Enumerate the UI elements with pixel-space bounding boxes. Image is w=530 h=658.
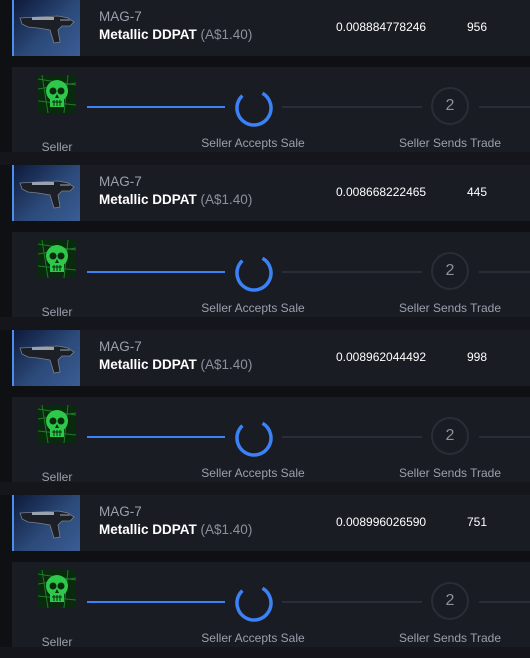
float-value: 0.008962044492 xyxy=(336,350,427,364)
trade-progress: 2 Seller Seller Accepts Sale Seller Send… xyxy=(12,562,530,649)
float-value: 0.008884778246 xyxy=(336,20,427,34)
mag7-shotgun-icon xyxy=(12,330,80,386)
green-skull-avatar[interactable] xyxy=(38,570,76,608)
step-label-accepts: Seller Accepts Sale xyxy=(201,301,305,315)
weapon-name: MAG-7 xyxy=(99,9,142,24)
item-row[interactable]: MAG-7 Metallic DDPAT (A$1.40) 0.00896204… xyxy=(12,330,530,386)
step-label-seller: Seller xyxy=(41,635,73,649)
green-skull-avatar[interactable] xyxy=(38,240,76,278)
skin-name: Metallic DDPAT xyxy=(99,27,197,42)
progress-line-pending xyxy=(282,601,422,603)
loading-spinner-icon xyxy=(235,419,273,457)
trade-card: MAG-7 Metallic DDPAT (A$1.40) 0.00899602… xyxy=(0,495,530,649)
skin-price: (A$1.40) xyxy=(200,357,253,372)
item-row[interactable]: MAG-7 Metallic DDPAT (A$1.40) 0.00888477… xyxy=(12,0,530,56)
mag7-shotgun-icon xyxy=(12,165,80,221)
progress-line-complete xyxy=(87,271,225,273)
weapon-name: MAG-7 xyxy=(99,174,142,189)
step-label-seller: Seller xyxy=(41,470,73,484)
trade-progress: 2 Seller Seller Accepts Sale Seller Send… xyxy=(12,232,530,319)
mag7-shotgun-icon xyxy=(12,495,80,551)
progress-line-pending xyxy=(282,436,422,438)
progress-line-complete xyxy=(87,436,225,438)
progress-line-pending xyxy=(282,106,422,108)
float-value: 0.008996026590 xyxy=(336,515,427,529)
weapon-name: MAG-7 xyxy=(99,339,142,354)
step-2-circle: 2 xyxy=(431,582,469,620)
float-value: 0.008668222465 xyxy=(336,185,427,199)
skin-name-line: Metallic DDPAT (A$1.40) xyxy=(99,522,252,537)
skin-price: (A$1.40) xyxy=(200,522,253,537)
step-label-sends: Seller Sends Trade xyxy=(398,301,502,315)
trade-card: MAG-7 Metallic DDPAT (A$1.40) 0.00866822… xyxy=(0,165,530,319)
skin-name-line: Metallic DDPAT (A$1.40) xyxy=(99,27,252,42)
step-label-seller: Seller xyxy=(41,305,73,319)
step-2-circle: 2 xyxy=(431,87,469,125)
skin-name: Metallic DDPAT xyxy=(99,522,197,537)
pattern-value: 445 xyxy=(467,185,488,199)
progress-line-pending xyxy=(479,271,530,273)
loading-spinner-icon xyxy=(235,89,273,127)
progress-line-pending xyxy=(479,601,530,603)
step-2-circle: 2 xyxy=(431,252,469,290)
skin-name: Metallic DDPAT xyxy=(99,357,197,372)
loading-spinner-icon xyxy=(235,254,273,292)
progress-line-pending xyxy=(479,106,530,108)
step-2-circle: 2 xyxy=(431,417,469,455)
progress-line-pending xyxy=(282,271,422,273)
skin-name-line: Metallic DDPAT (A$1.40) xyxy=(99,192,252,207)
item-row[interactable]: MAG-7 Metallic DDPAT (A$1.40) 0.00899602… xyxy=(12,495,530,551)
progress-line-pending xyxy=(479,436,530,438)
progress-line-complete xyxy=(87,106,225,108)
skin-name-line: Metallic DDPAT (A$1.40) xyxy=(99,357,252,372)
green-skull-avatar[interactable] xyxy=(38,75,76,113)
skin-price: (A$1.40) xyxy=(200,27,253,42)
skin-price: (A$1.40) xyxy=(200,192,253,207)
skin-name: Metallic DDPAT xyxy=(99,192,197,207)
step-label-sends: Seller Sends Trade xyxy=(398,466,502,480)
green-skull-avatar[interactable] xyxy=(38,405,76,443)
pattern-value: 956 xyxy=(467,20,488,34)
item-row[interactable]: MAG-7 Metallic DDPAT (A$1.40) 0.00866822… xyxy=(12,165,530,221)
trade-card: MAG-7 Metallic DDPAT (A$1.40) 0.00896204… xyxy=(0,330,530,484)
trade-list: MAG-7 Metallic DDPAT (A$1.40) 0.00888477… xyxy=(0,0,530,658)
mag7-shotgun-icon xyxy=(12,0,80,56)
trade-progress: 2 Seller Seller Accepts Sale Seller Send… xyxy=(12,67,530,154)
pattern-value: 751 xyxy=(467,515,488,529)
weapon-name: MAG-7 xyxy=(99,504,142,519)
step-label-accepts: Seller Accepts Sale xyxy=(201,631,305,645)
step-label-sends: Seller Sends Trade xyxy=(398,136,502,150)
trade-progress: 2 Seller Seller Accepts Sale Seller Send… xyxy=(12,397,530,484)
progress-line-complete xyxy=(87,601,225,603)
loading-spinner-icon xyxy=(235,584,273,622)
step-label-seller: Seller xyxy=(41,140,73,154)
step-label-accepts: Seller Accepts Sale xyxy=(201,136,305,150)
step-label-sends: Seller Sends Trade xyxy=(398,631,502,645)
step-label-accepts: Seller Accepts Sale xyxy=(201,466,305,480)
trade-card: MAG-7 Metallic DDPAT (A$1.40) 0.00888477… xyxy=(0,0,530,154)
pattern-value: 998 xyxy=(467,350,488,364)
